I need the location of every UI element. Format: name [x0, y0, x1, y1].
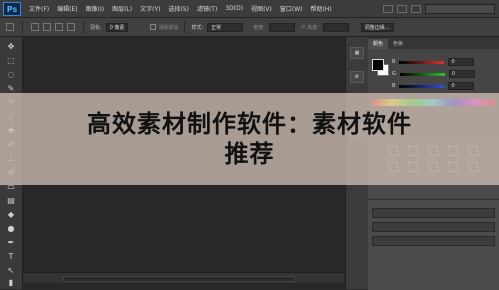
blur-tool-icon[interactable]: ◆: [6, 209, 16, 219]
title-banner: 高效素材制作软件：素材软件 推荐: [0, 93, 499, 185]
add-selection-icon[interactable]: [43, 23, 51, 31]
tab-swatches[interactable]: 色板: [388, 39, 408, 49]
banner-title-line2: 推荐: [224, 140, 275, 168]
menu-file[interactable]: 文件(F): [25, 4, 53, 13]
status-bar: [23, 272, 344, 283]
slider-r-value[interactable]: 0: [448, 58, 475, 66]
divider: [83, 21, 84, 33]
menu-filter[interactable]: 滤镜(T): [193, 4, 221, 13]
menu-help[interactable]: 帮助(H): [307, 4, 336, 13]
slider-b-value[interactable]: 0: [448, 82, 475, 90]
marquee-tool-icon[interactable]: ⬚: [6, 55, 16, 65]
menu-view[interactable]: 视图(V): [247, 4, 276, 13]
divider: [22, 21, 23, 33]
banner-title-line1: 高效素材制作软件：素材软件: [87, 110, 412, 138]
slider-b-track[interactable]: [399, 84, 445, 88]
menu-select[interactable]: 选择(S): [164, 4, 193, 13]
antialias-checkbox[interactable]: [150, 24, 157, 30]
menu-edit[interactable]: 编辑(E): [53, 4, 81, 13]
channel-b-label: B: [392, 83, 396, 89]
gradient-tool-icon[interactable]: ▤: [6, 195, 16, 205]
quick-select-tool-icon[interactable]: ✎: [6, 83, 16, 93]
menu-image[interactable]: 图像(I): [82, 4, 108, 13]
marquee-preset-icon[interactable]: [6, 23, 14, 31]
style-label: 样式:: [191, 24, 204, 31]
slider-g-track[interactable]: [399, 72, 445, 76]
lasso-tool-icon[interactable]: ◌: [6, 69, 16, 79]
slider-g-value[interactable]: 0: [448, 70, 475, 78]
menu-type[interactable]: 文字(Y): [136, 4, 164, 13]
style-select[interactable]: 正常: [207, 22, 244, 32]
timeline-scrollbar[interactable]: [63, 276, 295, 282]
divider: [184, 21, 186, 33]
options-bar: 羽化: 0 像素 消除锯齿 样式: 正常 宽度: ⇄ 高度: 调整边缘...: [0, 18, 499, 37]
minimize-button[interactable]: [383, 4, 393, 13]
slider-b: B 0: [392, 81, 475, 91]
maximize-button[interactable]: [397, 4, 407, 13]
slider-r: R 0: [392, 57, 475, 67]
photoshop-logo: Ps: [3, 1, 21, 16]
feather-input[interactable]: 0 像素: [105, 22, 129, 32]
new-selection-icon[interactable]: [31, 23, 39, 31]
height-input[interactable]: [322, 22, 349, 32]
menu-3d[interactable]: 3D(D): [221, 5, 247, 12]
subtract-selection-icon[interactable]: [55, 23, 63, 31]
history-panel-icon[interactable]: ▦: [350, 47, 364, 59]
path-select-tool-icon[interactable]: ↖: [6, 265, 16, 275]
menu-layer[interactable]: 图层(L): [108, 4, 136, 13]
intersect-selection-icon[interactable]: [67, 23, 75, 31]
dodge-tool-icon[interactable]: ●: [6, 223, 16, 233]
window-controls: [383, 3, 499, 14]
shape-tool-icon[interactable]: ▮: [6, 277, 16, 287]
height-label: 高度:: [307, 24, 319, 31]
layer-filter-bar[interactable]: [372, 208, 495, 218]
type-tool-icon[interactable]: T: [6, 251, 16, 261]
layer-blend-bar[interactable]: [372, 222, 495, 232]
channel-r-label: R: [392, 59, 396, 65]
swap-icon[interactable]: ⇄: [301, 24, 305, 30]
layers-panel: [368, 199, 499, 290]
panel-tabs: 颜色 色板: [368, 37, 499, 49]
menu-window[interactable]: 窗口(W): [276, 4, 307, 13]
close-button[interactable]: [411, 4, 421, 13]
slider-g: G 0: [392, 69, 475, 79]
channel-g-label: G: [392, 71, 396, 77]
workspace-select[interactable]: [425, 3, 495, 14]
width-label: 宽度:: [253, 24, 265, 31]
refine-edge-button[interactable]: 调整边缘...: [360, 22, 394, 32]
foreground-color-swatch[interactable]: [372, 59, 384, 71]
width-input[interactable]: [268, 22, 295, 32]
pen-tool-icon[interactable]: ✒: [6, 237, 16, 247]
menu-bar: Ps 文件(F) 编辑(E) 图像(I) 图层(L) 文字(Y) 选择(S) 滤…: [0, 0, 499, 18]
layer-lock-bar[interactable]: [372, 236, 495, 246]
properties-panel-icon[interactable]: ⚙: [350, 71, 364, 83]
tab-color[interactable]: 颜色: [368, 39, 389, 49]
move-tool-icon[interactable]: ✥: [6, 41, 16, 51]
slider-r-track[interactable]: [399, 60, 445, 64]
antialias-label: 消除锯齿: [158, 24, 179, 31]
feather-label: 羽化:: [90, 24, 102, 31]
